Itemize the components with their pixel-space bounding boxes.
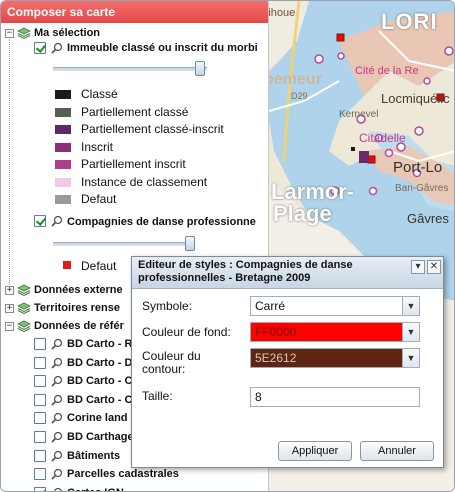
legend-label: Classé xyxy=(81,87,118,101)
fond-label: Couleur de fond: xyxy=(142,325,231,339)
legend-swatch xyxy=(55,90,71,99)
style-editor-dialog: Editeur de styles : Compagnies de danse … xyxy=(131,256,444,468)
symbole-select[interactable]: Carré xyxy=(250,296,420,316)
minimize-icon[interactable]: ▾ xyxy=(411,260,425,274)
zoom-icon[interactable] xyxy=(51,450,63,462)
apply-button[interactable]: Appliquer xyxy=(278,441,352,461)
map-label-gavres: Gâvres xyxy=(407,211,449,226)
layer-label[interactable]: BD Carto - R xyxy=(67,335,132,353)
layer-label-compagnies[interactable]: Compagnies de danse professionne xyxy=(67,213,256,231)
zoom-icon[interactable] xyxy=(51,338,63,350)
layer-label[interactable]: BD Carto - C xyxy=(67,372,132,390)
layer-checkbox[interactable] xyxy=(34,356,46,369)
legend-swatch xyxy=(55,177,71,187)
map-label-kerneve: Kernevel xyxy=(339,109,379,120)
layer-checkbox-immeuble[interactable] xyxy=(34,42,46,54)
legend-swatch xyxy=(55,160,71,169)
layer-checkbox[interactable] xyxy=(34,412,46,425)
legend-label: Inscrit xyxy=(81,139,114,154)
map-label-locmiquelic: Locmiquélic xyxy=(381,91,450,106)
panel-title: Composer sa carte xyxy=(1,1,268,23)
layer-checkbox[interactable] xyxy=(34,375,46,388)
legend-label: Partiellement inscrit xyxy=(81,157,186,171)
expand-toggle[interactable]: + xyxy=(5,304,14,313)
legend-swatch-defaut xyxy=(63,261,71,269)
legend-swatch xyxy=(55,195,71,204)
group-label[interactable]: Territoires rense xyxy=(34,299,120,317)
layers-icon xyxy=(17,320,31,333)
zoom-icon[interactable] xyxy=(51,357,63,369)
layer-checkbox-compagnies[interactable] xyxy=(34,215,46,227)
symbole-dropdown-icon[interactable]: ▼ xyxy=(402,296,420,316)
layer-label-immeuble[interactable]: Immeuble classé ou inscrit du morbi xyxy=(67,39,258,57)
layer-checkbox[interactable] xyxy=(34,468,46,481)
zoom-icon[interactable] xyxy=(51,375,63,387)
opacity-slider-thumb-compagnies[interactable] xyxy=(185,236,195,251)
zoom-icon[interactable] xyxy=(51,487,63,492)
zoom-icon[interactable] xyxy=(51,394,63,406)
map-label-bihoue: Bihoue xyxy=(269,7,296,19)
legend-label: Instance de classement xyxy=(81,174,208,189)
zoom-icon[interactable] xyxy=(51,468,63,480)
map-label-plage: Plage xyxy=(273,201,332,226)
expand-toggle[interactable]: − xyxy=(5,322,14,331)
layers-icon xyxy=(17,27,31,40)
background-color-field[interactable]: FF0000 xyxy=(250,322,420,342)
layers-icon xyxy=(17,302,31,315)
group-label[interactable]: Données de référ xyxy=(34,317,124,335)
taille-label: Taille: xyxy=(142,389,173,403)
tree-line xyxy=(9,39,10,289)
layers-icon xyxy=(17,284,31,297)
zoom-icon[interactable] xyxy=(51,215,63,227)
opacity-slider-track-immeuble[interactable] xyxy=(53,67,207,71)
opacity-slider-track-compagnies[interactable] xyxy=(53,242,195,246)
application-window: LORI Bihoue Ploemeur Cité de la Re Locmi… xyxy=(0,0,455,492)
zoom-icon[interactable] xyxy=(51,412,63,425)
map-label-lori: LORI xyxy=(381,9,438,34)
layer-checkbox[interactable] xyxy=(34,393,46,406)
cancel-button[interactable]: Annuler xyxy=(360,441,434,461)
layer-label[interactable]: Bâtiments xyxy=(67,447,120,465)
collapse-toggle-ma-selection[interactable]: − xyxy=(5,29,14,38)
opacity-slider-thumb-immeuble[interactable] xyxy=(195,61,205,76)
map-label-cite: Cité de la Re xyxy=(355,65,419,77)
border-color-dropdown-icon[interactable]: ▼ xyxy=(402,348,420,368)
map-label-ploemeur: Ploemeur xyxy=(269,71,322,88)
symbole-label: Symbole: xyxy=(142,299,193,313)
background-color-dropdown-icon[interactable]: ▼ xyxy=(402,322,420,342)
layer-label[interactable]: BD Carto - C xyxy=(67,391,132,409)
dialog-title: Editeur de styles : Compagnies de danse … xyxy=(138,259,353,284)
expand-toggle[interactable]: + xyxy=(5,286,14,295)
close-icon[interactable]: ✕ xyxy=(427,260,441,274)
dialog-header[interactable]: Editeur de styles : Compagnies de danse … xyxy=(132,257,443,289)
contour-label: Couleur du contour: xyxy=(142,349,201,376)
layer-label[interactable]: BD Carto - D xyxy=(67,354,132,372)
zoom-icon[interactable] xyxy=(51,42,63,54)
legend-label: Defaut xyxy=(81,192,117,206)
map-label-port-louis: Port-Lo xyxy=(393,159,443,176)
border-color-field[interactable]: 5E2612 xyxy=(250,348,420,368)
map-label-d29: D29 xyxy=(291,91,308,101)
legend-swatch xyxy=(55,125,71,134)
legend-label: Partiellement classé xyxy=(81,104,189,119)
size-input[interactable]: 8 xyxy=(250,387,420,407)
legend-swatch xyxy=(55,142,71,152)
layer-checkbox[interactable] xyxy=(34,486,46,491)
map-label-ban-gavres: Ban-Gâvres xyxy=(395,183,449,194)
map-label-citadelle: Citadelle xyxy=(359,131,406,145)
legend-label: Partiellement classé-inscrit xyxy=(81,122,224,136)
layer-label[interactable]: Cartes IGN xyxy=(67,484,124,491)
layer-label[interactable]: Corine land xyxy=(67,409,128,427)
layer-checkbox[interactable] xyxy=(34,338,46,350)
layer-checkbox[interactable] xyxy=(34,431,46,443)
legend-swatch xyxy=(55,107,71,117)
legend-label-defaut: Defaut xyxy=(81,259,117,273)
zoom-icon[interactable] xyxy=(51,431,63,443)
layer-checkbox[interactable] xyxy=(34,449,46,462)
group-label[interactable]: Données externe xyxy=(34,281,123,299)
